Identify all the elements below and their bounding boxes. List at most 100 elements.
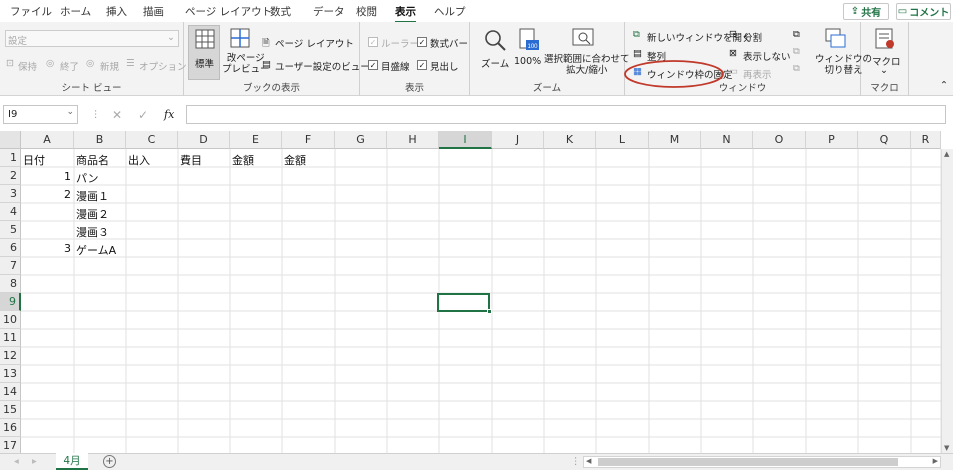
horizontal-scrollbar[interactable]: ◀ ▶ (583, 456, 941, 468)
zoom-100-button[interactable]: 100 100% (512, 25, 544, 75)
column-header[interactable]: K (544, 131, 596, 149)
cell-A1[interactable]: 日付 (23, 152, 45, 168)
scrollbar-thumb[interactable] (598, 458, 898, 466)
column-header[interactable]: J (492, 131, 544, 149)
row-header[interactable]: 16 (0, 419, 21, 437)
row-header[interactable]: 7 (0, 257, 21, 275)
tab-home[interactable]: ホーム (60, 4, 91, 19)
vertical-scrollbar[interactable]: ▲ ▼ (941, 149, 953, 453)
custom-views-button[interactable]: ユーザー設定のビュー (275, 59, 370, 73)
cell-B5[interactable]: 漫画３ (76, 224, 109, 240)
macro-button[interactable]: マクロ ⌄ (867, 25, 903, 76)
active-cell-cursor[interactable] (437, 293, 490, 312)
column-header[interactable]: I (439, 131, 492, 149)
column-header[interactable]: L (596, 131, 649, 149)
switch-windows-button[interactable]: ウィンドウの 切り替え (813, 25, 872, 77)
cell-A3[interactable]: 2 (21, 188, 71, 201)
page-layout-button[interactable]: ページ レイアウト (275, 36, 354, 50)
cell-D1[interactable]: 費目 (180, 152, 202, 168)
row-header[interactable]: 10 (0, 311, 21, 329)
page-break-preview-button[interactable]: 改ページ プレビュー (222, 25, 270, 80)
fill-handle[interactable] (487, 309, 492, 314)
tab-insert[interactable]: 挿入 (106, 4, 127, 19)
row-header[interactable]: 3 (0, 185, 21, 203)
column-header[interactable]: N (701, 131, 753, 149)
column-header[interactable]: E (230, 131, 282, 149)
cell-B2[interactable]: パン (76, 170, 99, 186)
exit-button[interactable]: 終了 (60, 59, 79, 73)
row-header[interactable]: 2 (0, 167, 21, 185)
column-header[interactable]: H (387, 131, 439, 149)
cell-E1[interactable]: 金額 (232, 152, 254, 168)
column-header[interactable]: Q (858, 131, 911, 149)
row-header[interactable]: 1 (0, 149, 21, 167)
column-header[interactable]: F (282, 131, 335, 149)
hide-button[interactable]: 表示しない (743, 49, 791, 63)
column-header[interactable]: R (911, 131, 941, 149)
tab-formulas[interactable]: 数式 (270, 4, 291, 19)
row-header[interactable]: 8 (0, 275, 21, 293)
cell-A2[interactable]: 1 (21, 170, 71, 183)
headings-checkbox[interactable]: ✓ (417, 60, 427, 70)
insert-function-button[interactable]: fx (164, 108, 174, 121)
reset-position-icon[interactable]: ⧉ (793, 63, 800, 74)
tab-data[interactable]: データ (313, 4, 345, 19)
name-box[interactable]: I9 ⌄ (3, 105, 78, 124)
share-button[interactable]: ⇪ 共有 (843, 3, 889, 20)
tab-view[interactable]: 表示 (395, 4, 416, 23)
new-view-button[interactable]: 新規 (100, 59, 119, 73)
cell-A6[interactable]: 3 (21, 242, 71, 255)
zoom-button[interactable]: ズーム (478, 25, 510, 75)
row-header[interactable]: 14 (0, 383, 21, 401)
select-all-corner[interactable] (0, 131, 21, 149)
cell-F1[interactable]: 金額 (284, 152, 306, 168)
tab-help[interactable]: ヘルプ (434, 4, 466, 19)
unhide-button[interactable]: 再表示 (743, 67, 772, 81)
column-header[interactable]: A (21, 131, 74, 149)
sheet-view-dropdown[interactable]: 設定 ⌄ (5, 30, 179, 47)
tab-file[interactable]: ファイル (10, 4, 52, 19)
row-header[interactable]: 13 (0, 365, 21, 383)
column-header[interactable]: B (74, 131, 126, 149)
column-header[interactable]: G (335, 131, 387, 149)
check-icon[interactable]: ✓ (138, 108, 148, 122)
row-header[interactable]: 6 (0, 239, 21, 257)
tab-review[interactable]: 校閲 (356, 4, 377, 19)
cell-B6[interactable]: ゲームA (76, 242, 116, 258)
next-sheet-icon[interactable]: ▸ (32, 456, 37, 467)
sync-scroll-icon[interactable]: ⧉ (793, 46, 800, 57)
tab-page-layout[interactable]: ページ レイアウト (185, 4, 272, 19)
cell-C1[interactable]: 出入 (128, 152, 150, 168)
gridlines-checkbox[interactable]: ✓ (368, 60, 378, 70)
scroll-down-icon[interactable]: ▼ (944, 444, 949, 452)
scroll-right-icon[interactable]: ▶ (933, 457, 938, 465)
ruler-checkbox[interactable]: ✓ (368, 37, 378, 47)
cell-B1[interactable]: 商品名 (76, 152, 109, 168)
row-header[interactable]: 9 (0, 293, 21, 311)
normal-view-button[interactable]: 標準 (188, 25, 220, 80)
cell-B4[interactable]: 漫画２ (76, 206, 109, 222)
zoom-to-selection-button[interactable]: 選択範囲に合わせて 拡大/縮小 (544, 25, 630, 77)
row-header[interactable]: 11 (0, 329, 21, 347)
scroll-left-icon[interactable]: ◀ (586, 457, 591, 465)
sheet-tab-april[interactable]: 4月 (56, 453, 88, 470)
scroll-up-icon[interactable]: ▲ (944, 150, 949, 158)
row-header[interactable]: 12 (0, 347, 21, 365)
side-by-side-icon[interactable]: ⧉ (793, 29, 800, 40)
comment-button[interactable]: ▭ コメント (896, 3, 951, 20)
cancel-icon[interactable]: ✕ (112, 108, 122, 122)
column-header[interactable]: M (649, 131, 701, 149)
column-header[interactable]: O (753, 131, 806, 149)
cell-B3[interactable]: 漫画１ (76, 188, 109, 204)
tab-draw[interactable]: 描画 (143, 4, 164, 19)
formula-bar-checkbox[interactable]: ✓ (417, 37, 427, 47)
formula-input[interactable] (186, 105, 946, 124)
column-header[interactable]: P (806, 131, 858, 149)
prev-sheet-icon[interactable]: ◂ (14, 456, 19, 467)
row-header[interactable]: 5 (0, 221, 21, 239)
row-header[interactable]: 15 (0, 401, 21, 419)
options-button[interactable]: オプション (139, 59, 187, 73)
add-sheet-icon[interactable]: + (103, 455, 116, 468)
collapse-ribbon-icon[interactable]: ⌃ (940, 80, 948, 91)
split-button[interactable]: 分割 (743, 30, 762, 44)
